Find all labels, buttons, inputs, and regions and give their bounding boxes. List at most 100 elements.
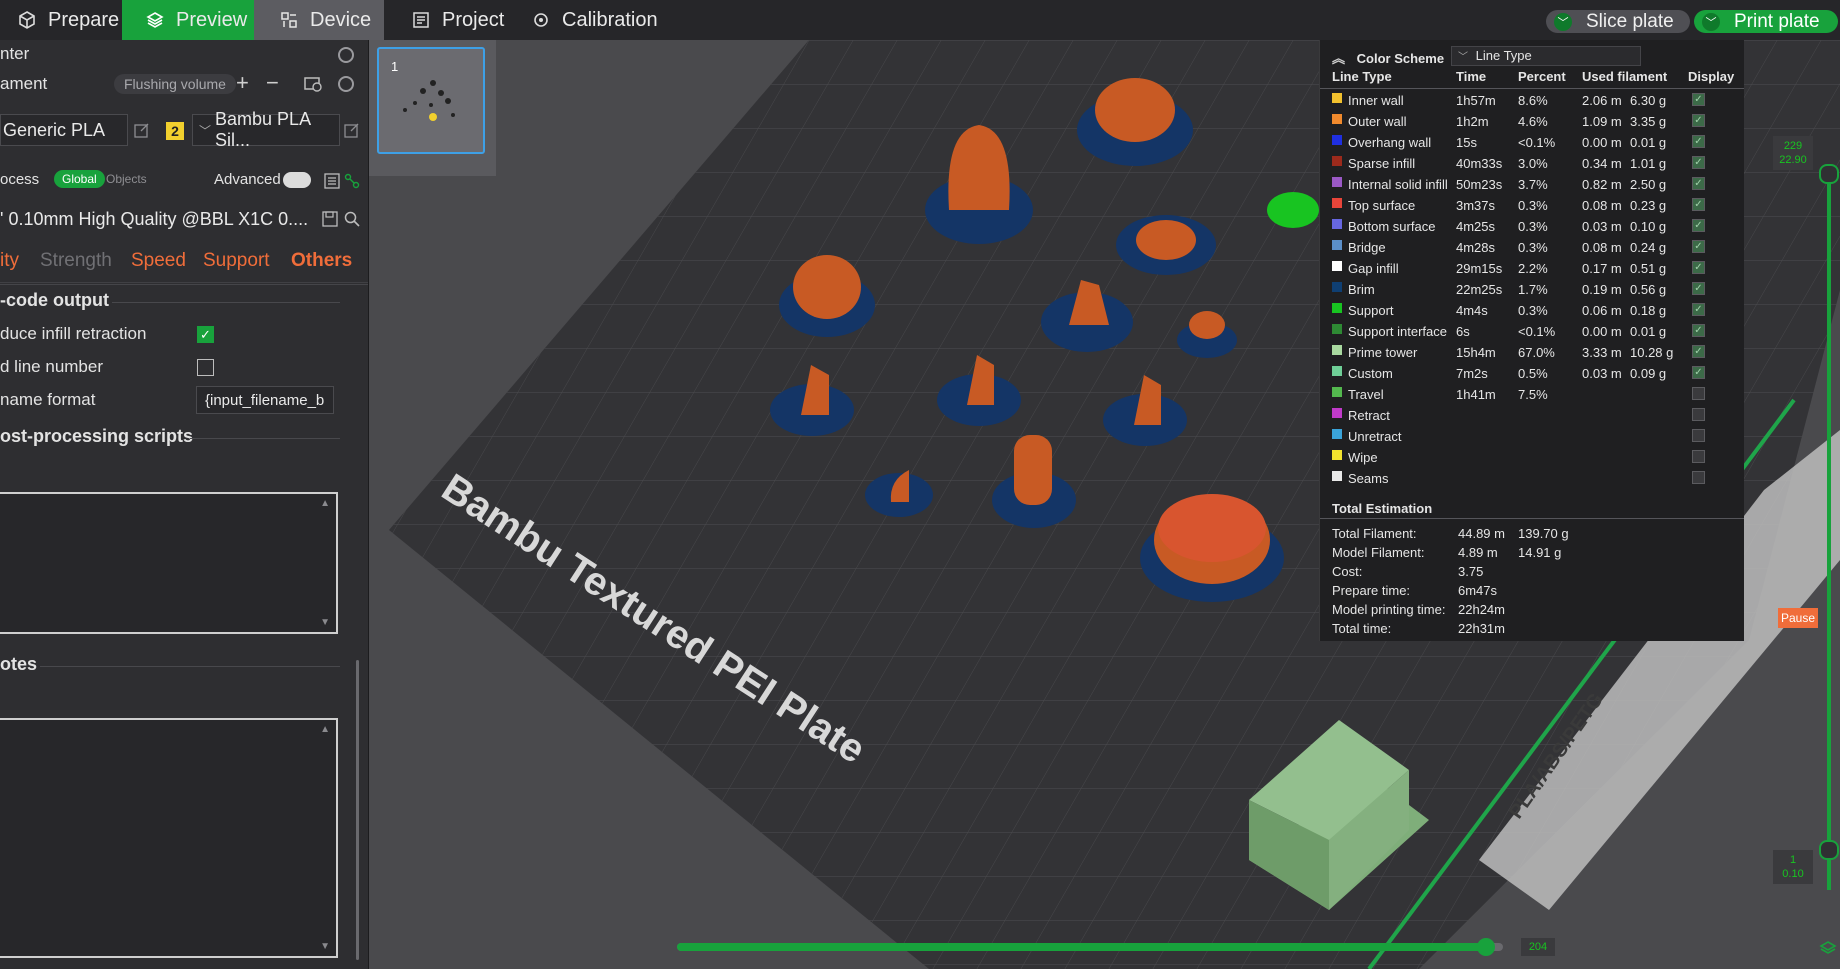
tab-prepare[interactable]: Prepare [0,0,122,40]
legend-row[interactable]: Internal solid infill 50m23s 3.7% 0.82 m 2.5… [1320,174,1744,195]
calibration-icon [534,13,548,27]
tab-others[interactable]: Others [291,250,352,272]
legend-display-checkbox[interactable]: ✓ [1692,219,1705,232]
legend-display-checkbox[interactable]: ✓ [1692,261,1705,274]
legend-row[interactable]: Retract [1320,405,1744,426]
tab-project[interactable]: Project [412,0,516,40]
legend-display-checkbox[interactable] [1692,387,1705,400]
legend-row[interactable]: Prime tower 15h4m 67.0% 3.33 m 10.28 g ✓ [1320,342,1744,363]
legend-display-checkbox[interactable]: ✓ [1692,240,1705,253]
legend-row[interactable]: Outer wall 1h2m 4.6% 1.09 m 3.35 g ✓ [1320,111,1744,132]
chevron-down-icon[interactable]: ﹀ [1554,12,1572,31]
color-scheme-select[interactable]: ﹀ Line Type [1451,46,1641,66]
scroll-up-icon[interactable]: ▲ [320,498,330,509]
legend-display-checkbox[interactable] [1692,408,1705,421]
legend-swatch [1332,240,1342,250]
compare-icon[interactable] [344,173,360,189]
tab-calibration[interactable]: Calibration [532,0,682,40]
filament-1-select[interactable]: Generic PLA [0,114,128,146]
remove-filament-button[interactable]: − [266,70,279,96]
legend-row[interactable]: Brim 22m25s 1.7% 0.19 m 0.56 g ✓ [1320,279,1744,300]
legend-display-checkbox[interactable]: ✓ [1692,345,1705,358]
post-processing-scripts-textarea[interactable]: ▲ ▼ [0,492,338,634]
tab-speed[interactable]: Speed [131,250,186,272]
tab-quality[interactable]: ity [0,250,19,272]
legend-row[interactable]: Unretract [1320,426,1744,447]
process-profile-select[interactable]: ' 0.10mm High Quality @BBL X1C 0.... [0,204,312,234]
legend-display-checkbox[interactable] [1692,471,1705,484]
legend-display-checkbox[interactable]: ✓ [1692,177,1705,190]
slice-plate-button[interactable]: ﹀ Slice plate [1546,10,1690,33]
legend-row[interactable]: Travel 1h41m 7.5% [1320,384,1744,405]
edit-icon[interactable] [134,122,150,138]
legend-display-checkbox[interactable]: ✓ [1692,282,1705,295]
printer-settings-icon[interactable] [338,47,354,63]
tab-strength[interactable]: Strength [40,250,112,272]
flushing-volume-button[interactable]: Flushing volume [114,74,236,94]
legend-name: Inner wall [1348,93,1404,108]
sidebar-scrollbar[interactable] [356,660,359,960]
legend-display-checkbox[interactable]: ✓ [1692,156,1705,169]
legend-name: Gap infill [1348,261,1399,276]
legend-display-checkbox[interactable]: ✓ [1692,198,1705,211]
legend-display-checkbox[interactable] [1692,429,1705,442]
legend-display-checkbox[interactable]: ✓ [1692,303,1705,316]
list-icon[interactable] [324,173,340,189]
filament-selectors: Generic PLA 2 ﹀ Bambu PLA Sil... [0,109,368,150]
objects-toggle[interactable]: Objects [106,172,147,186]
legend-row[interactable]: Wipe [1320,447,1744,468]
layer-slider-vertical[interactable] [1827,170,1831,890]
legend-row[interactable]: Sparse infill 40m33s 3.0% 0.34 m 1.01 g ✓ [1320,153,1744,174]
collapse-icon[interactable]: ︽ [1332,51,1345,66]
layer-slider-top-handle[interactable] [1819,164,1839,184]
filament-2-index-badge: 2 [166,122,184,140]
legend-row[interactable]: Gap infill 29m15s 2.2% 0.17 m 0.51 g ✓ [1320,258,1744,279]
legend-row[interactable]: Inner wall 1h57m 8.6% 2.06 m 6.30 g ✓ [1320,90,1744,111]
tab-device[interactable]: Device [254,0,384,40]
legend-name: Bridge [1348,240,1386,255]
filament-2-select[interactable]: ﹀ Bambu PLA Sil... [192,109,340,150]
chevron-down-icon[interactable]: ﹀ [1702,12,1720,31]
sync-filament-icon[interactable] [304,76,322,92]
legend-row[interactable]: Overhang wall 15s <0.1% 0.00 m 0.01 g ✓ [1320,132,1744,153]
filament-settings-icon[interactable] [338,76,354,92]
tab-support[interactable]: Support [203,250,270,272]
add-line-number-checkbox[interactable] [197,359,214,376]
legend-row[interactable]: Custom 7m2s 0.5% 0.03 m 0.09 g ✓ [1320,363,1744,384]
legend-row[interactable]: Bridge 4m28s 0.3% 0.08 m 0.24 g ✓ [1320,237,1744,258]
legend-display-checkbox[interactable]: ✓ [1692,114,1705,127]
legend-display-checkbox[interactable] [1692,450,1705,463]
layers-icon[interactable] [1819,940,1837,958]
notes-textarea[interactable]: ▲ ▼ [0,718,338,958]
legend-row[interactable]: Bottom surface 4m25s 0.3% 0.03 m 0.10 g ✓ [1320,216,1744,237]
move-slider-value: 204 [1521,938,1555,956]
edit-icon[interactable] [344,122,360,138]
move-slider-track[interactable] [677,943,1503,951]
tab-preview[interactable]: Preview [122,0,254,40]
legend-row[interactable]: Seams [1320,468,1744,489]
print-plate-button[interactable]: ﹀ Print plate [1694,10,1838,33]
legend-display-checkbox[interactable]: ✓ [1692,135,1705,148]
plate-thumbnail[interactable]: 1 [377,47,485,154]
legend-row[interactable]: Support interface 6s <0.1% 0.00 m 0.01 g ✓ [1320,321,1744,342]
filename-format-input[interactable]: {input_filename_b [196,386,334,414]
estimation-row: Model printing time: 22h24m [1332,602,1732,620]
scroll-down-icon[interactable]: ▼ [320,617,330,628]
layer-slider-bottom-handle[interactable] [1819,840,1839,860]
global-toggle[interactable]: Global [54,170,105,188]
pause-button[interactable]: Pause [1778,608,1818,628]
legend-display-checkbox[interactable]: ✓ [1692,324,1705,337]
legend-swatch [1332,93,1342,103]
legend-display-checkbox[interactable]: ✓ [1692,366,1705,379]
add-filament-button[interactable]: + [236,70,249,96]
legend-display-checkbox[interactable]: ✓ [1692,93,1705,106]
scroll-up-icon[interactable]: ▲ [320,724,330,735]
search-icon[interactable] [344,211,360,227]
scroll-down-icon[interactable]: ▼ [320,941,330,952]
legend-row[interactable]: Top surface 3m37s 0.3% 0.08 m 0.23 g ✓ [1320,195,1744,216]
legend-row[interactable]: Support 4m4s 0.3% 0.06 m 0.18 g ✓ [1320,300,1744,321]
reduce-infill-retraction-checkbox[interactable]: ✓ [197,326,214,343]
legend-swatch [1332,387,1342,397]
advanced-switch[interactable] [283,172,311,188]
save-icon[interactable] [322,211,338,227]
